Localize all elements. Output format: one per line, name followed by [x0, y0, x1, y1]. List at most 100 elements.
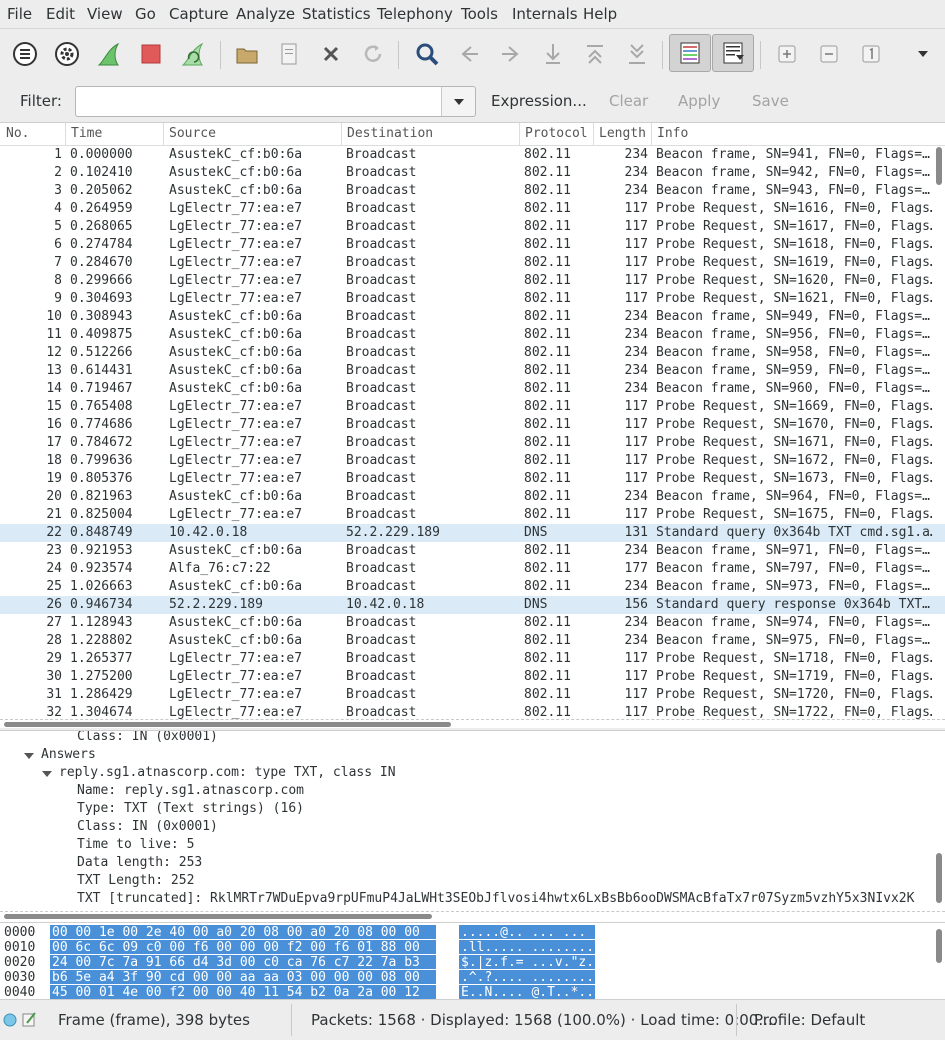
packet-row[interactable]: 6 0.274784 LgElectr_77:ea:e7 Broadcast 802.1…	[0, 236, 945, 254]
save-file-button[interactable]	[272, 39, 306, 69]
menu-analyze[interactable]: Analyze	[236, 5, 295, 23]
expand-triangle-icon[interactable]	[42, 771, 52, 777]
hex-ascii[interactable]: .....@.. ... ...	[459, 925, 595, 940]
status-profile[interactable]: Profile: Default	[754, 1011, 865, 1029]
save-button[interactable]: Save	[752, 92, 789, 110]
stop-capture-button[interactable]	[134, 39, 168, 69]
menu-statistics[interactable]: Statistics	[302, 5, 371, 23]
packet-row[interactable]: 8 0.299666 LgElectr_77:ea:e7 Broadcast 802.1…	[0, 272, 945, 290]
restart-capture-button[interactable]	[176, 39, 210, 69]
hex-ascii[interactable]: .^.?.... ........	[459, 970, 595, 985]
menu-telephony[interactable]: Telephony	[377, 5, 453, 23]
clear-button[interactable]: Clear	[609, 92, 648, 110]
menu-view[interactable]: View	[87, 5, 123, 23]
detail-class[interactable]: Class: IN (0x0001)	[77, 819, 218, 834]
reload-button[interactable]	[356, 39, 390, 69]
colorize-button[interactable]	[669, 34, 711, 72]
menu-go[interactable]: Go	[135, 5, 156, 23]
packet-row[interactable]: 9 0.304693 LgElectr_77:ea:e7 Broadcast 802.1…	[0, 290, 945, 308]
details-hscroll-thumb[interactable]	[4, 914, 432, 919]
packet-row[interactable]: 32 1.304674 LgElectr_77:ea:e7 Broadcast 802.…	[0, 704, 945, 719]
packet-row[interactable]: 20 0.821963 AsustekC_cf:b0:6a Broadcast 802.…	[0, 488, 945, 506]
detail-name[interactable]: Name: reply.sg1.atnascorp.com	[77, 783, 304, 798]
column-header-length[interactable]: Length	[593, 126, 646, 141]
go-to-packet-button[interactable]	[536, 39, 570, 69]
column-header-no[interactable]: No.	[0, 126, 29, 141]
packet-row[interactable]: 26 0.946734 52.2.229.189 10.42.0.18 DNS 156 St…	[0, 596, 945, 614]
expand-triangle-icon[interactable]	[24, 753, 34, 759]
packet-row[interactable]: 18 0.799636 LgElectr_77:ea:e7 Broadcast 802.…	[0, 452, 945, 470]
apply-button[interactable]: Apply	[678, 92, 720, 110]
packet-row[interactable]: 19 0.805376 LgElectr_77:ea:e7 Broadcast 802.…	[0, 470, 945, 488]
interfaces-button[interactable]	[8, 39, 42, 69]
last-packet-button[interactable]	[620, 39, 654, 69]
zoom-out-button[interactable]	[812, 39, 846, 69]
detail-class-top[interactable]: Class: IN (0x0001)	[77, 731, 218, 744]
packet-row[interactable]: 4 0.264959 LgElectr_77:ea:e7 Broadcast 802.1…	[0, 200, 945, 218]
packet-list-hscroll-thumb[interactable]	[4, 722, 451, 727]
menu-edit[interactable]: Edit	[46, 5, 75, 23]
packet-list-hscroll[interactable]	[0, 719, 945, 728]
packet-row[interactable]: 13 0.614431 AsustekC_cf:b0:6a Broadcast 802.…	[0, 362, 945, 380]
hex-bytes[interactable]: b6 5e a4 3f 90 cd 00 00 aa aa 03 00 00 0…	[50, 970, 436, 985]
first-packet-button[interactable]	[578, 39, 612, 69]
detail-data-length[interactable]: Data length: 253	[77, 855, 202, 870]
open-file-button[interactable]	[230, 39, 264, 69]
packet-row[interactable]: 11 0.409875 AsustekC_cf:b0:6a Broadcast 802.…	[0, 326, 945, 344]
hex-bytes[interactable]: 00 00 1e 00 2e 40 00 a0 20 08 00 a0 20 0…	[50, 925, 436, 940]
menu-internals[interactable]: Internals	[512, 5, 578, 23]
column-header-time[interactable]: Time	[65, 126, 102, 141]
packet-row[interactable]: 21 0.825004 LgElectr_77:ea:e7 Broadcast 802.…	[0, 506, 945, 524]
details-hscroll[interactable]	[0, 911, 945, 922]
toolbar-overflow-button[interactable]	[906, 39, 940, 69]
packet-row[interactable]: 16 0.774686 LgElectr_77:ea:e7 Broadcast 802.…	[0, 416, 945, 434]
hex-bytes[interactable]: 24 00 7c 7a 91 66 d4 3d 00 c0 ca 76 c7 2…	[50, 955, 436, 970]
menu-tools[interactable]: Tools	[461, 5, 498, 23]
filter-dropdown-button[interactable]	[441, 86, 476, 117]
packet-row[interactable]: 14 0.719467 AsustekC_cf:b0:6a Broadcast 802.…	[0, 380, 945, 398]
packet-row[interactable]: 3 0.205062 AsustekC_cf:b0:6a Broadcast 802.1…	[0, 182, 945, 200]
packet-row[interactable]: 10 0.308943 AsustekC_cf:b0:6a Broadcast 802.…	[0, 308, 945, 326]
close-file-button[interactable]	[314, 39, 348, 69]
hex-ascii[interactable]: .ll..... ........	[459, 940, 595, 955]
packet-list-scrollbar[interactable]	[936, 147, 942, 185]
column-header-info[interactable]: Info	[651, 126, 688, 141]
packet-row[interactable]: 28 1.228802 AsustekC_cf:b0:6a Broadcast 802.…	[0, 632, 945, 650]
normal-size-button[interactable]	[854, 39, 888, 69]
packet-row[interactable]: 30 1.275200 LgElectr_77:ea:e7 Broadcast 802.…	[0, 668, 945, 686]
auto-scroll-button[interactable]	[712, 34, 754, 72]
details-scrollbar[interactable]	[936, 853, 942, 903]
find-packet-button[interactable]	[410, 39, 444, 69]
hex-ascii[interactable]: E..N.... @.T..*..	[459, 985, 595, 999]
packet-row[interactable]: 15 0.765408 LgElectr_77:ea:e7 Broadcast 802.…	[0, 398, 945, 416]
filter-input[interactable]	[75, 86, 443, 117]
expert-info-icon[interactable]	[3, 1013, 17, 1027]
packet-row[interactable]: 22 0.848749 10.42.0.18 52.2.229.189 DNS 131 St…	[0, 524, 945, 542]
detail-answers[interactable]: Answers	[41, 747, 96, 762]
packet-row[interactable]: 2 0.102410 AsustekC_cf:b0:6a Broadcast 802.1…	[0, 164, 945, 182]
hex-ascii[interactable]: $.|z.f.= ...v."z.	[459, 955, 595, 970]
detail-ttl[interactable]: Time to live: 5	[77, 837, 194, 852]
packet-row[interactable]: 23 0.921953 AsustekC_cf:b0:6a Broadcast 802.…	[0, 542, 945, 560]
menu-file[interactable]: File	[7, 5, 32, 23]
menu-capture[interactable]: Capture	[169, 5, 229, 23]
detail-type[interactable]: Type: TXT (Text strings) (16)	[77, 801, 304, 816]
column-header-destination[interactable]: Destination	[341, 126, 433, 141]
detail-txt-length[interactable]: TXT Length: 252	[77, 873, 194, 888]
bytes-scrollbar[interactable]	[936, 929, 942, 963]
detail-answer-record[interactable]: reply.sg1.atnascorp.com: type TXT, class…	[59, 765, 396, 780]
packet-row[interactable]: 12 0.512266 AsustekC_cf:b0:6a Broadcast 802.…	[0, 344, 945, 362]
zoom-in-button[interactable]	[770, 39, 804, 69]
packet-row[interactable]: 25 1.026663 AsustekC_cf:b0:6a Broadcast 802.…	[0, 578, 945, 596]
menu-help[interactable]: Help	[583, 5, 617, 23]
hex-bytes[interactable]: 45 00 01 4e 00 f2 00 00 40 11 54 b2 0a 2…	[50, 985, 436, 999]
packet-row[interactable]: 17 0.784672 LgElectr_77:ea:e7 Broadcast 802.…	[0, 434, 945, 452]
packet-row[interactable]: 7 0.284670 LgElectr_77:ea:e7 Broadcast 802.1…	[0, 254, 945, 272]
packet-row[interactable]: 1 0.000000 AsustekC_cf:b0:6a Broadcast 802.1…	[0, 146, 945, 164]
packet-row[interactable]: 29 1.265377 LgElectr_77:ea:e7 Broadcast 802.…	[0, 650, 945, 668]
detail-txt[interactable]: TXT [truncated]: RklMRTr7WDuEpva9rpUFmuP…	[77, 891, 932, 906]
column-header-source[interactable]: Source	[163, 126, 216, 141]
column-header-protocol[interactable]: Protocol	[519, 126, 588, 141]
go-forward-button[interactable]	[494, 39, 528, 69]
packet-row[interactable]: 27 1.128943 AsustekC_cf:b0:6a Broadcast 802.…	[0, 614, 945, 632]
